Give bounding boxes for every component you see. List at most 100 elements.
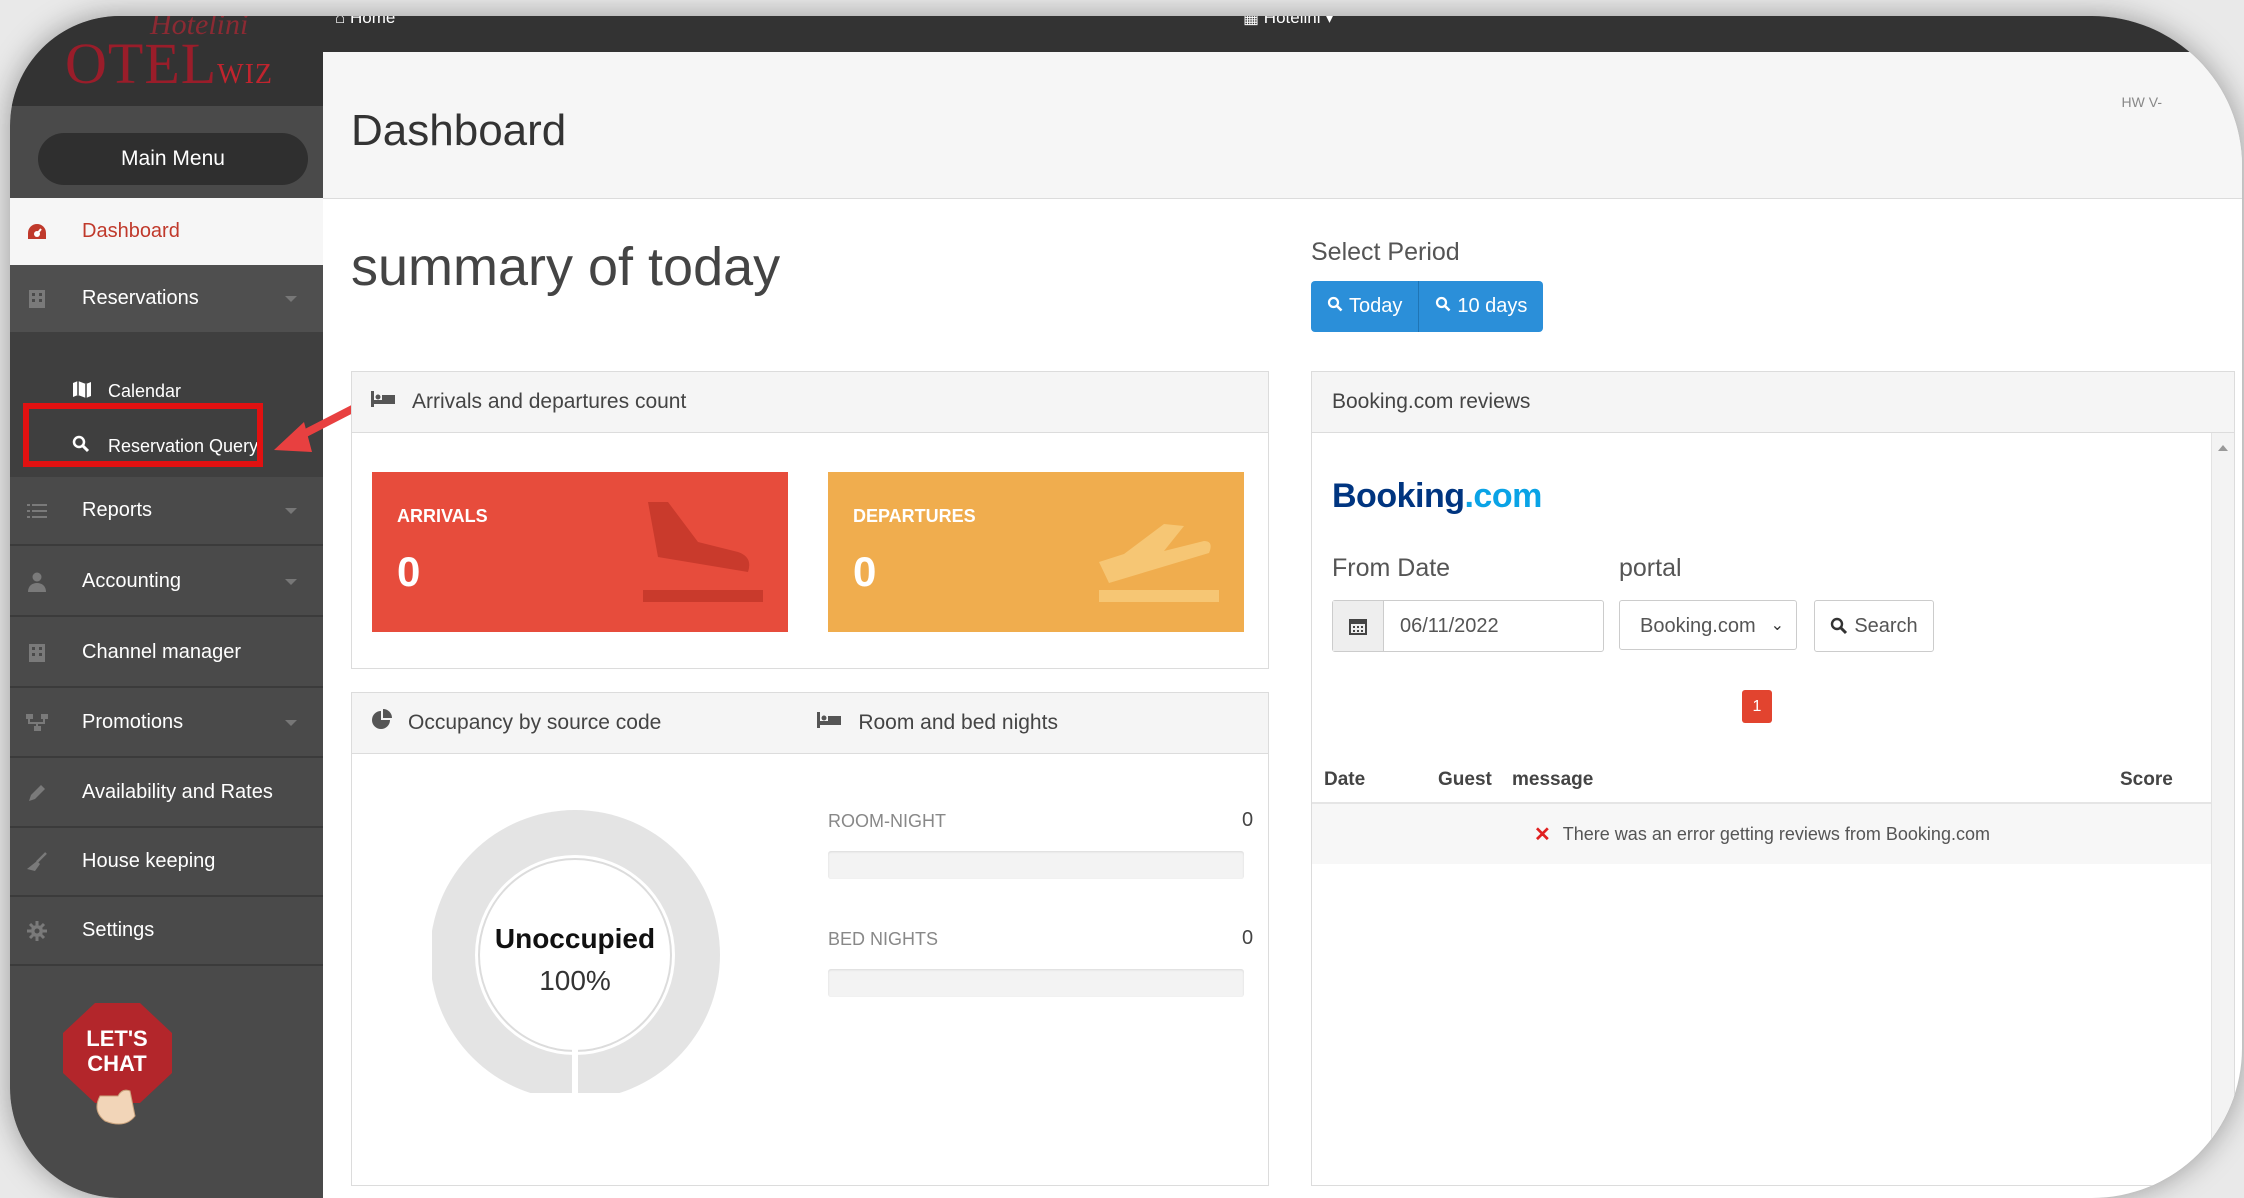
scrollbar[interactable]	[2211, 433, 2234, 1185]
column-header-score: Score	[2120, 769, 2173, 790]
donut-label: Unoccupied	[495, 923, 655, 954]
app-window: Hotelini OTELWIZ Main Menu Dashboard Res…	[10, 16, 2242, 1198]
sidebar-item-label: Dashboard	[82, 220, 180, 242]
room-night-value: 0	[1242, 809, 1254, 831]
panel-title: Occupancy by source code	[408, 711, 662, 734]
home-link[interactable]: ⌂ Home	[335, 16, 395, 28]
sidebar-item-house-keeping[interactable]: House keeping	[10, 828, 323, 897]
chevron-down-icon: ⌄	[1770, 617, 1784, 634]
main-menu-button[interactable]: Main Menu	[38, 133, 308, 185]
search-icon	[1327, 281, 1343, 332]
search-icon	[1830, 617, 1848, 635]
building-icon: ▦	[1243, 16, 1264, 27]
donut-value: 100%	[539, 965, 611, 996]
list-icon	[24, 500, 50, 522]
user-icon	[24, 571, 50, 593]
sidebar-item-accounting[interactable]: Accounting	[10, 548, 323, 617]
portal-label: portal	[1619, 554, 1682, 582]
arrivals-value: 0	[397, 548, 421, 595]
from-date-field[interactable]: 06/11/2022	[1332, 600, 1604, 652]
sidebar-item-label: Promotions	[82, 711, 184, 733]
search-button[interactable]: Search	[1814, 600, 1934, 652]
sidebar-item-label: Channel manager	[82, 641, 241, 663]
select-period-label: Select Period	[1311, 238, 1460, 266]
period-button-group: Today 10 days	[1311, 281, 1544, 332]
arrivals-departures-panel: Arrivals and departures count ARRIVALS 0…	[351, 371, 1269, 669]
sidebar-item-dashboard[interactable]: Dashboard	[10, 198, 323, 267]
column-header-message: message	[1512, 769, 1594, 790]
version-label: HW V-	[2121, 94, 2162, 110]
sidebar-item-promotions[interactable]: Promotions	[10, 689, 323, 758]
sitemap-icon	[24, 712, 50, 734]
ten-days-button[interactable]: 10 days	[1419, 281, 1544, 332]
panel-title: Arrivals and departures count	[412, 390, 687, 413]
today-button[interactable]: Today	[1311, 281, 1420, 332]
plane-landing-icon	[643, 502, 763, 602]
page-header: Dashboard HW V-	[323, 52, 2242, 199]
error-message: There was an error getting reviews from …	[1562, 823, 1990, 844]
panel-header: Booking.com reviews	[1312, 372, 2234, 433]
search-icon	[1435, 281, 1451, 332]
sidebar-item-channel-manager[interactable]: Channel manager	[10, 619, 323, 688]
panel-title-2: Room and bed nights	[858, 711, 1058, 734]
building-icon	[24, 642, 50, 664]
plane-takeoff-icon	[1099, 524, 1219, 602]
arrivals-card: ARRIVALS 0	[372, 472, 788, 632]
hotel-selector[interactable]: ▦ Hotelini ▾	[1243, 16, 1334, 28]
panel-header: Arrivals and departures count	[352, 372, 1268, 433]
gear-icon	[24, 920, 50, 942]
chat-widget-icon[interactable]: LET'S CHAT	[60, 1001, 175, 1131]
sidebar-item-availability-rates[interactable]: Availability and Rates	[10, 759, 323, 828]
from-date-label: From Date	[1332, 554, 1451, 582]
sidebar-item-reservations[interactable]: Reservations	[10, 265, 323, 334]
sidebar: Hotelini OTELWIZ Main Menu Dashboard Res…	[10, 16, 370, 1198]
pagination-page-1[interactable]: 1	[1742, 690, 1772, 723]
scroll-up-icon[interactable]	[2218, 445, 2228, 451]
home-icon: ⌂	[335, 16, 350, 27]
chevron-down-icon	[285, 296, 297, 302]
sidebar-item-label: Settings	[82, 919, 155, 941]
svg-text:CHAT: CHAT	[87, 1051, 147, 1076]
chevron-down-icon	[285, 508, 297, 514]
column-header-date: Date	[1324, 769, 1366, 790]
logo-area: Hotelini OTELWIZ	[10, 16, 323, 106]
from-date-value[interactable]: 06/11/2022	[1384, 601, 1499, 651]
sidebar-item-label: Availability and Rates	[82, 781, 273, 803]
sidebar-item-reports[interactable]: Reports	[10, 477, 323, 546]
departures-label: DEPARTURES	[853, 506, 976, 526]
arrivals-label: ARRIVALS	[397, 506, 488, 526]
pie-chart-icon	[370, 709, 392, 737]
occupancy-donut-chart: Unoccupied 100%	[432, 810, 720, 1093]
room-night-progress	[828, 851, 1244, 879]
sidebar-item-label: Reports	[82, 499, 153, 521]
summary-title: summary of today	[351, 237, 781, 297]
portal-select[interactable]: Booking.com ⌄	[1619, 600, 1797, 650]
dashboard-icon	[24, 221, 50, 243]
sidebar-subitem-calendar[interactable]: Calendar	[72, 380, 181, 403]
broom-icon	[24, 851, 50, 873]
bed-nights-label: BED NIGHTS	[828, 929, 939, 949]
booking-reviews-panel: Booking.com reviews Booking.com From Dat…	[1311, 371, 2235, 1186]
departures-value: 0	[853, 548, 877, 595]
occupancy-panel: Occupancy by source code Room and bed ni…	[351, 692, 1269, 1186]
column-header-guest: Guest	[1438, 769, 1492, 790]
sidebar-subitem-label: Calendar	[108, 381, 182, 401]
calendar-icon[interactable]	[1333, 601, 1384, 651]
bed-nights-value: 0	[1242, 927, 1254, 949]
building-icon	[24, 288, 50, 310]
error-icon: ✕	[1534, 823, 1551, 846]
error-row: ✕ There was an error getting reviews fro…	[1312, 804, 2212, 864]
panel-title: Booking.com reviews	[1332, 390, 1531, 413]
bed-nights-progress	[828, 969, 1244, 997]
bed-icon	[816, 711, 842, 735]
chevron-down-icon	[285, 579, 297, 585]
sidebar-item-settings[interactable]: Settings	[10, 897, 323, 966]
booking-logo: Booking.com	[1332, 477, 1542, 515]
top-navbar: ⌂ Home ▦ Hotelini ▾	[323, 16, 2242, 52]
sidebar-item-label: House keeping	[82, 850, 216, 872]
sidebar-item-label: Accounting	[82, 570, 181, 592]
logo[interactable]: OTELWIZ	[65, 30, 273, 97]
pencil-icon	[24, 782, 50, 804]
sidebar-item-label: Reservations	[82, 287, 199, 309]
highlight-box	[23, 403, 263, 467]
